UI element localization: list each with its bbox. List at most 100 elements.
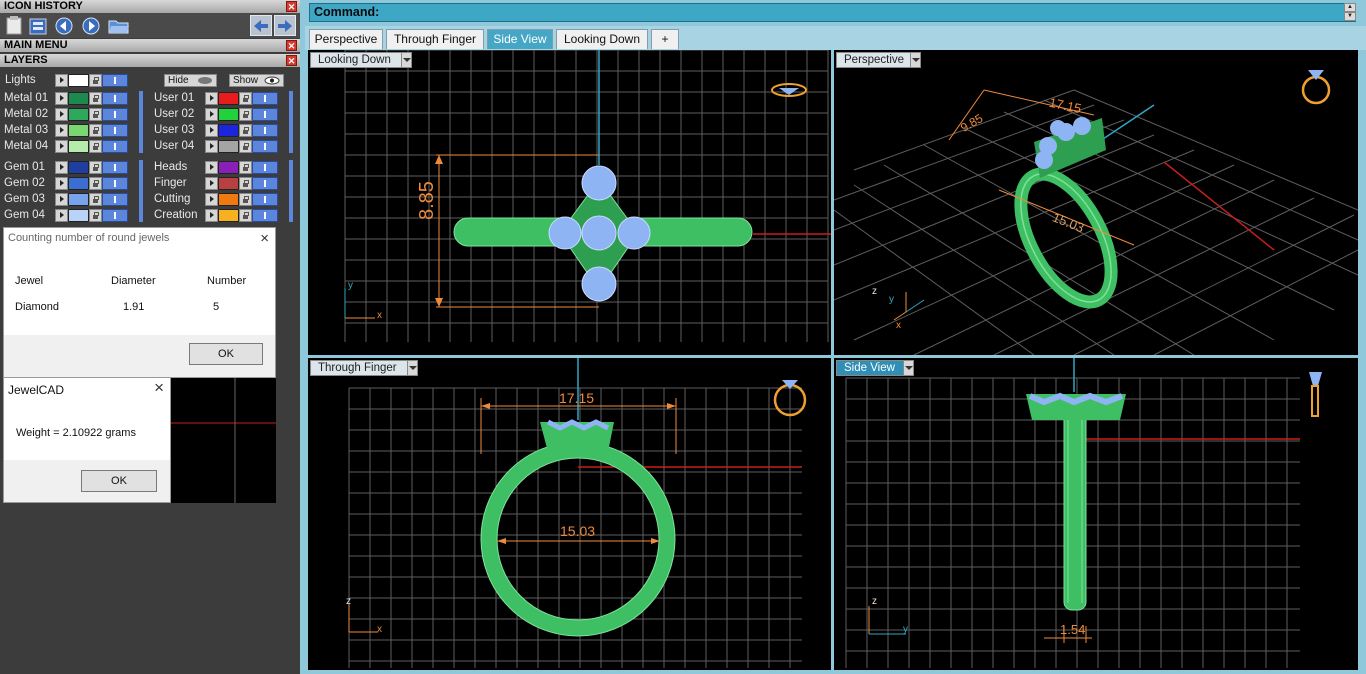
visibility-toggle[interactable] [102,209,128,222]
layer-color-swatch[interactable] [68,193,89,206]
layer-expand-arrow[interactable] [205,108,218,121]
ok-button[interactable]: OK [81,470,157,492]
chevron-down-icon[interactable] [401,52,412,68]
scroll-down-icon[interactable]: ▼ [1344,12,1356,21]
layer-color-swatch[interactable] [68,161,89,174]
layer-color-swatch[interactable] [218,193,239,206]
layer-color-swatch[interactable] [218,108,239,121]
lock-icon[interactable] [239,161,252,174]
lock-icon[interactable] [89,161,102,174]
visibility-toggle[interactable] [102,124,128,137]
hide-button[interactable]: Hide [164,74,217,87]
ok-button[interactable]: OK [189,343,263,365]
lock-icon[interactable] [89,140,102,153]
layer-color-swatch[interactable] [68,108,89,121]
show-button[interactable]: Show [229,74,284,87]
lock-icon[interactable] [239,108,252,121]
layers-header[interactable]: LAYERS ✕ [0,54,300,67]
visibility-toggle[interactable] [252,209,278,222]
layer-color-swatch[interactable] [68,209,89,222]
lock-icon[interactable] [239,177,252,190]
layer-expand-arrow[interactable] [55,74,68,87]
viewport-label[interactable]: Perspective [836,52,912,68]
layer-expand-arrow[interactable] [205,193,218,206]
lock-icon[interactable] [89,209,102,222]
scroll-up-icon[interactable]: ▲ [1344,3,1356,12]
layer-color-swatch[interactable] [218,124,239,137]
layer-expand-arrow[interactable] [205,177,218,190]
forward-arrow-icon[interactable] [274,15,296,36]
layer-expand-arrow[interactable] [55,124,68,137]
layer-expand-arrow[interactable] [205,209,218,222]
tab-through-finger[interactable]: Through Finger [386,29,484,49]
undo-icon[interactable] [53,15,75,36]
visibility-toggle[interactable] [102,140,128,153]
lock-icon[interactable] [239,140,252,153]
layer-color-swatch[interactable] [218,177,239,190]
viewport-side-view[interactable]: Side View 1.54 z y [834,358,1358,670]
layer-expand-arrow[interactable] [205,124,218,137]
visibility-toggle[interactable] [102,92,128,105]
tab-perspective[interactable]: Perspective [309,29,383,49]
layer-expand-arrow[interactable] [205,140,218,153]
lock-icon[interactable] [89,92,102,105]
lock-icon[interactable] [89,193,102,206]
layer-expand-arrow[interactable] [55,92,68,105]
close-icon[interactable]: ✕ [286,55,297,66]
close-icon[interactable]: ✕ [286,1,297,12]
viewport-label[interactable]: Looking Down [310,52,403,68]
icon-history-header[interactable]: ICON HISTORY ✕ [0,0,300,13]
layer-color-swatch[interactable] [68,92,89,105]
visibility-toggle[interactable] [102,193,128,206]
layer-expand-arrow[interactable] [205,161,218,174]
main-menu-header[interactable]: MAIN MENU ✕ [0,39,300,52]
layer-color-swatch[interactable] [68,124,89,137]
layer-color-swatch[interactable] [218,209,239,222]
chevron-down-icon[interactable] [910,52,921,68]
visibility-toggle[interactable] [252,124,278,137]
lock-icon[interactable] [89,108,102,121]
layer-expand-arrow[interactable] [55,140,68,153]
chevron-down-icon[interactable] [903,360,914,376]
open-folder-icon[interactable] [108,15,130,36]
back-arrow-icon[interactable] [250,15,272,36]
command-scrollbar[interactable]: ▲ ▼ [1344,3,1356,22]
clipboard-icon[interactable] [3,15,25,36]
layer-color-swatch[interactable] [68,177,89,190]
add-tab-icon[interactable]: + [651,29,679,49]
visibility-toggle[interactable] [102,177,128,190]
visibility-toggle[interactable] [102,108,128,121]
visibility-toggle[interactable] [252,108,278,121]
chevron-down-icon[interactable] [407,360,418,376]
visibility-toggle[interactable] [102,74,128,87]
viewport-through-finger[interactable]: Through Finger 17.15 15.03 z x [308,358,831,670]
lock-icon[interactable] [89,177,102,190]
close-icon[interactable]: × [260,230,269,247]
layer-color-swatch[interactable] [68,140,89,153]
layer-expand-arrow[interactable] [55,193,68,206]
lights-color-swatch[interactable] [68,74,89,87]
lock-icon[interactable] [89,74,102,87]
visibility-toggle[interactable] [252,140,278,153]
layer-expand-arrow[interactable] [205,92,218,105]
lock-icon[interactable] [239,193,252,206]
viewport-perspective[interactable]: Perspective 17.15 9.85 15.03 z y x [834,50,1358,355]
layer-color-swatch[interactable] [218,140,239,153]
layer-expand-arrow[interactable] [55,161,68,174]
layer-expand-arrow[interactable] [55,209,68,222]
lock-icon[interactable] [239,124,252,137]
visibility-toggle[interactable] [102,161,128,174]
visibility-toggle[interactable] [252,177,278,190]
layer-color-swatch[interactable] [218,161,239,174]
lock-icon[interactable] [239,92,252,105]
close-icon[interactable]: × [154,378,164,398]
layers-stack-icon[interactable] [27,15,49,36]
layer-expand-arrow[interactable] [55,177,68,190]
lock-icon[interactable] [239,209,252,222]
redo-icon[interactable] [80,15,102,36]
visibility-toggle[interactable] [252,161,278,174]
viewport-label[interactable]: Side View [836,360,905,376]
command-bar[interactable]: Command: [309,3,1356,22]
close-icon[interactable]: ✕ [286,40,297,51]
visibility-toggle[interactable] [252,92,278,105]
